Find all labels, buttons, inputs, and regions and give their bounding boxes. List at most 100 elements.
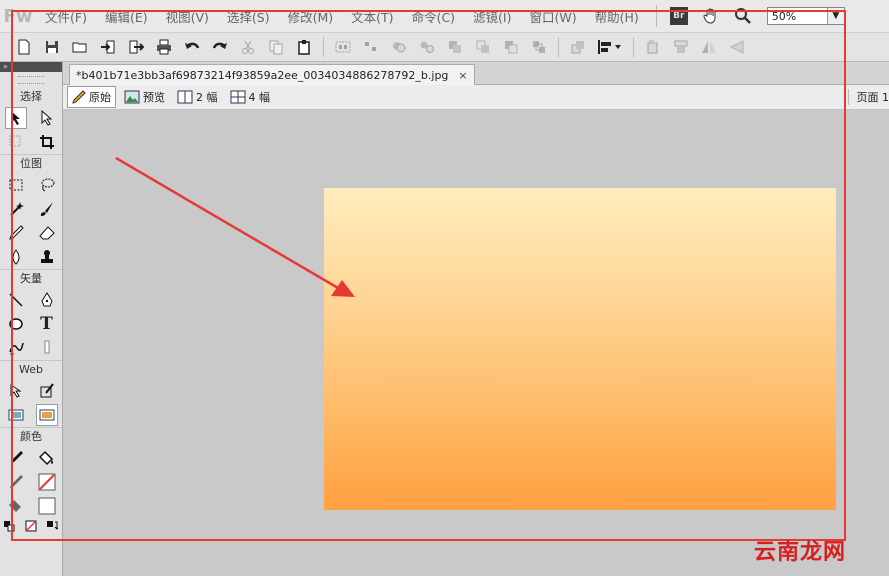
split-button[interactable] <box>416 36 438 58</box>
export-button[interactable] <box>125 36 147 58</box>
rubber-stamp-tool[interactable] <box>36 246 58 268</box>
open-button[interactable] <box>69 36 91 58</box>
main-toolbar <box>0 32 889 62</box>
rotate-right-button[interactable] <box>670 36 692 58</box>
stroke-color-swatch[interactable] <box>36 471 58 493</box>
paint-bucket-icon <box>38 450 53 466</box>
document-tab[interactable]: *b401b71e3bb3af69873214f93859a2ee_003403… <box>69 64 475 85</box>
menu-select[interactable]: 选择(S) <box>218 0 279 32</box>
slice-tool[interactable] <box>36 380 58 402</box>
join-button[interactable] <box>388 36 410 58</box>
copy-button[interactable] <box>265 36 287 58</box>
subselect-tool[interactable] <box>36 107 58 129</box>
view-4up-button[interactable]: 4 幅 <box>226 87 275 107</box>
pointer-tool[interactable] <box>4 107 27 129</box>
pen-icon <box>40 292 53 307</box>
align-button[interactable] <box>595 36 625 58</box>
show-slices-tool[interactable] <box>35 404 58 426</box>
group-button[interactable] <box>332 36 354 58</box>
menu-window[interactable]: 窗口(W) <box>521 0 586 32</box>
arrange-button[interactable] <box>567 36 589 58</box>
panel-grip[interactable] <box>18 76 44 84</box>
rotate-right-icon <box>674 40 688 53</box>
punch-button[interactable] <box>500 36 522 58</box>
menu-modify[interactable]: 修改(M) <box>279 0 343 32</box>
pencil-icon <box>8 225 24 240</box>
magic-wand-tool[interactable] <box>5 198 27 220</box>
canvas-area[interactable] <box>63 110 889 576</box>
ungroup-button[interactable] <box>360 36 382 58</box>
print-button[interactable] <box>153 36 175 58</box>
import-button[interactable] <box>97 36 119 58</box>
new-document-icon <box>18 39 30 55</box>
stroke-color-tool[interactable] <box>5 471 27 493</box>
scale-tool[interactable] <box>5 131 27 153</box>
close-icon[interactable]: × <box>458 69 467 82</box>
blur-drop-icon <box>12 249 19 265</box>
union-button[interactable] <box>444 36 466 58</box>
knife-tool[interactable] <box>36 337 58 359</box>
pen-tool[interactable] <box>36 289 58 311</box>
subselect-icon <box>41 110 52 126</box>
page-indicator[interactable]: 页面 1 <box>847 89 889 105</box>
hand-tool-button[interactable] <box>698 3 724 29</box>
blur-tool[interactable] <box>5 246 27 268</box>
menu-commands[interactable]: 命令(C) <box>403 0 464 32</box>
marquee-tool[interactable] <box>5 174 27 196</box>
preview-image-icon <box>124 90 140 104</box>
freeform-tool[interactable] <box>5 337 27 359</box>
menu-text[interactable]: 文本(T) <box>342 0 402 32</box>
swap-colors-button[interactable] <box>41 519 62 533</box>
rotate-icon <box>647 40 658 54</box>
view-2up-button[interactable]: 2 幅 <box>173 87 222 107</box>
redo-button[interactable] <box>209 36 231 58</box>
hide-slices-tool[interactable] <box>5 404 27 426</box>
document-image[interactable] <box>324 188 836 510</box>
flip-horizontal-button[interactable] <box>698 36 720 58</box>
view-preview-button[interactable]: 预览 <box>120 87 169 107</box>
menu-view[interactable]: 视图(V) <box>157 0 218 32</box>
ellipse-tool[interactable] <box>5 313 27 335</box>
bridge-button[interactable]: Br <box>666 3 692 29</box>
fill-color-swatch[interactable] <box>36 495 58 517</box>
lasso-icon <box>41 178 54 192</box>
hotspot-tool[interactable] <box>5 380 27 402</box>
menu-file[interactable]: 文件(F) <box>36 0 96 32</box>
flip-vertical-button[interactable] <box>726 36 748 58</box>
undo-button[interactable] <box>181 36 203 58</box>
no-color-button[interactable] <box>21 519 42 533</box>
page-label: 页面 1 <box>856 91 889 104</box>
lasso-tool[interactable] <box>36 174 58 196</box>
swap-colors-icon <box>46 521 58 530</box>
eraser-tool[interactable] <box>36 222 58 244</box>
fill-color-tool[interactable] <box>5 495 27 517</box>
cut-button[interactable] <box>237 36 259 58</box>
crop-tool[interactable] <box>36 131 58 153</box>
zoom-tool-button[interactable] <box>730 3 756 29</box>
four-up-icon <box>230 90 245 104</box>
paste-button[interactable] <box>293 36 315 58</box>
intersect-button[interactable] <box>472 36 494 58</box>
new-button[interactable] <box>13 36 35 58</box>
pencil-tool[interactable] <box>5 222 27 244</box>
line-tool[interactable] <box>5 289 27 311</box>
knife-icon <box>44 340 49 354</box>
menu-filters[interactable]: 滤镜(I) <box>464 0 520 32</box>
brush-tool[interactable] <box>36 198 58 220</box>
menu-help[interactable]: 帮助(H) <box>586 0 648 32</box>
text-tool[interactable]: T <box>36 313 58 335</box>
menu-edit[interactable]: 编辑(E) <box>96 0 157 32</box>
crop-shape-button[interactable] <box>528 36 550 58</box>
fill-swatch-icon <box>38 497 55 515</box>
stamp-icon <box>40 250 53 263</box>
menu-bar: Fw 文件(F) 编辑(E) 视图(V) 选择(S) 修改(M) 文本(T) 命… <box>0 0 889 32</box>
rotate-left-button[interactable] <box>642 36 664 58</box>
paint-bucket-tool[interactable] <box>36 447 58 469</box>
zoom-select[interactable]: 50% ▼ <box>766 7 845 25</box>
default-colors-button[interactable] <box>0 519 21 533</box>
marquee-icon <box>9 179 22 191</box>
view-original-button[interactable]: 原始 <box>67 86 116 108</box>
eyedropper-tool[interactable] <box>5 447 27 469</box>
save-button[interactable] <box>41 36 63 58</box>
tools-panel-header[interactable]: » <box>0 62 62 72</box>
